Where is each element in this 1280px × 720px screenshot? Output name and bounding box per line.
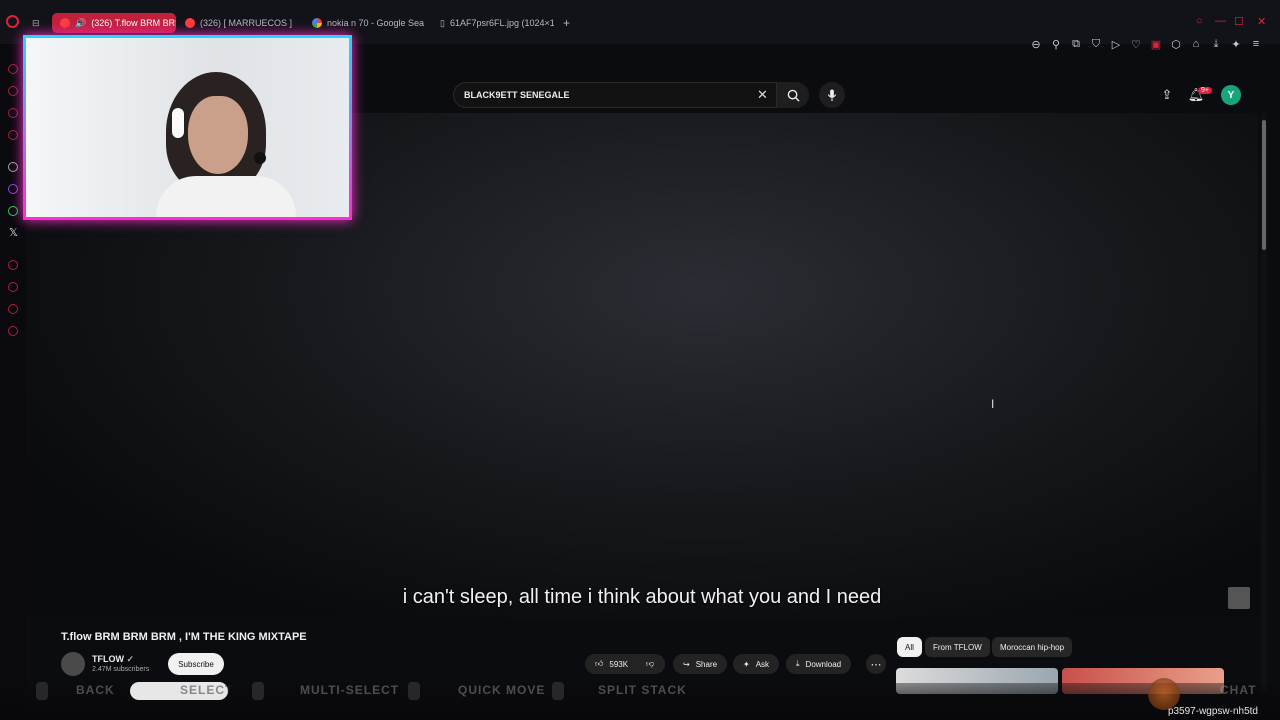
chip-moroccan-hip-hop[interactable]: Moroccan hip-hop [992, 637, 1073, 657]
sidebar-whatsapp-icon[interactable] [8, 206, 18, 216]
like-button[interactable]: 👍︎ 593K [585, 654, 639, 674]
chip-from-tflow[interactable]: From TFLOW [925, 637, 990, 657]
download-button[interactable]: ⤓ Download [786, 654, 852, 674]
share-icon: ↪ [683, 659, 690, 669]
streamer [156, 66, 296, 217]
notification-badge: 9+ [1198, 87, 1212, 94]
share-button[interactable]: ↪ Share [673, 654, 728, 674]
channel-avatar[interactable] [61, 652, 85, 676]
shield-icon[interactable]: ⛉ [1090, 38, 1102, 50]
tab-image[interactable]: ▯ 61AF7psr6FL.jpg (1024×10 [440, 13, 554, 33]
key-hint [552, 682, 564, 700]
pin-icon[interactable]: ⚲ [1050, 38, 1062, 51]
tab-google-search[interactable]: nokia n 70 - Google Searc [312, 13, 424, 33]
hint-back: BACK [76, 683, 115, 697]
search-tabs-icon[interactable]: ○ [1196, 15, 1203, 27]
minimize-icon[interactable]: — [1215, 15, 1226, 27]
ai-icon[interactable]: ✦ [1230, 38, 1242, 51]
voice-search-button[interactable] [819, 82, 845, 108]
sparkle-icon: ✦ [743, 659, 750, 669]
channel-name-text: TFLOW [92, 654, 124, 664]
download-icon[interactable]: ⤓ [1210, 38, 1222, 50]
youtube-favicon-icon [60, 18, 70, 28]
extension-icon[interactable]: ▣ [1150, 38, 1162, 51]
user-avatar[interactable]: Y [1221, 85, 1241, 105]
tab-label: 61AF7psr6FL.jpg (1024×10 [449, 18, 554, 28]
sidebar-player-icon[interactable] [8, 260, 18, 270]
sidebar-settings-icon[interactable] [8, 326, 18, 336]
key-hint [252, 682, 264, 700]
tab-label: (326) [ MARRUECOS ] - Y [200, 18, 295, 28]
hint-chat: CHAT [1220, 683, 1257, 697]
search-input[interactable] [464, 90, 744, 100]
hint-select: SELECT [180, 683, 234, 697]
tab-label: (326) T.flow BRM BRM [91, 18, 176, 28]
new-tab-button[interactable]: + [563, 13, 570, 33]
like-count: 593K [609, 659, 629, 669]
screenshot-icon[interactable]: ⧉ [1070, 38, 1082, 50]
browser-toolbar: ⊖ ⚲ ⧉ ⛉ ▷ ♡ ▣ ⬡ ⌂ ⤓ ✦ ≡ [1030, 38, 1262, 51]
sidebar-bookmarks-icon[interactable] [8, 304, 18, 314]
youtube-favicon-icon [185, 18, 195, 28]
play-icon[interactable]: ▷ [1110, 38, 1122, 51]
sidebar-music-icon[interactable] [8, 130, 18, 140]
tab-list-icon[interactable]: ⊟ [32, 13, 40, 33]
zoom-icon[interactable]: ⊖ [1030, 38, 1042, 51]
subscriber-count: 2.47M subscribers [92, 666, 150, 673]
tab-label: nokia n 70 - Google Searc [327, 18, 424, 28]
tab-marruecos[interactable]: (326) [ MARRUECOS ] - Y [185, 13, 295, 33]
microphone-icon [827, 88, 837, 101]
thumbs-up-icon: 👍︎ [595, 659, 604, 668]
search-box[interactable] [453, 82, 777, 108]
subscribe-button[interactable]: Subscribe [168, 653, 224, 675]
ask-label: Ask [755, 659, 770, 669]
sidebar-history-icon[interactable] [8, 282, 18, 292]
thumbs-down-icon: 👎︎ [646, 659, 655, 668]
tab-tflow[interactable]: 🔊 (326) T.flow BRM BRM [52, 13, 176, 33]
document-icon: ▯ [440, 17, 445, 28]
dislike-button[interactable]: 👎︎ [639, 654, 665, 674]
hint-split-stack: SPLIT STACK [598, 683, 687, 697]
search-button[interactable] [777, 82, 809, 108]
microphone [254, 152, 266, 164]
search-icon [787, 89, 800, 102]
heart-icon[interactable]: ♡ [1130, 38, 1142, 51]
browser-logo-icon[interactable] [6, 15, 19, 28]
hint-quick-move: QUICK MOVE [458, 683, 546, 697]
stream-id: p3597-wgpsw-nh5td [1167, 706, 1258, 717]
clear-search-icon[interactable]: ✕ [757, 87, 768, 103]
sidebar-messenger-icon[interactable] [8, 86, 18, 96]
scrollbar-thumb[interactable] [1262, 120, 1266, 250]
maximize-icon[interactable]: ☐ [1234, 15, 1244, 28]
download-label: Download [805, 659, 842, 669]
miniplayer-thumbnail[interactable] [1228, 587, 1250, 609]
wallet-icon[interactable]: ⌂ [1190, 38, 1202, 50]
key-hint [36, 682, 48, 700]
puzzle-icon[interactable]: ⬡ [1170, 38, 1182, 51]
key-hint [408, 682, 420, 700]
download-icon: ⤓ [796, 659, 800, 668]
text-cursor-icon: I [991, 397, 995, 411]
sidebar-aria-icon[interactable] [8, 64, 18, 74]
sidebar-x-icon[interactable]: 𝕏 [9, 226, 18, 239]
video-title: T.flow BRM BRM BRM , I'M THE KING MIXTAP… [61, 631, 307, 643]
sidebar-chatgpt-icon[interactable] [8, 162, 18, 172]
more-actions-button[interactable]: ⋯ [866, 654, 886, 674]
google-favicon-icon [312, 18, 322, 28]
webcam-overlay [23, 35, 352, 220]
sidebar-twitch-icon[interactable] [8, 184, 18, 194]
chip-all[interactable]: All [897, 637, 922, 657]
sidebar-social-icon[interactable] [8, 108, 18, 118]
channel-name[interactable]: TFLOW ✓ [92, 654, 134, 665]
ask-button[interactable]: ✦ Ask [733, 654, 780, 674]
menu-icon[interactable]: ≡ [1250, 38, 1262, 50]
video-subtitle: i can't sleep, all time i think about wh… [402, 586, 882, 608]
verified-icon: ✓ [126, 654, 135, 664]
upload-icon[interactable]: ⇪ [1158, 86, 1176, 104]
headset-icon [170, 106, 186, 140]
speaker-icon: 🔊 [75, 17, 87, 28]
close-window-icon[interactable]: ✕ [1257, 15, 1266, 28]
hint-multi-select: MULTI-SELECT [300, 683, 400, 697]
share-label: Share [695, 659, 718, 669]
